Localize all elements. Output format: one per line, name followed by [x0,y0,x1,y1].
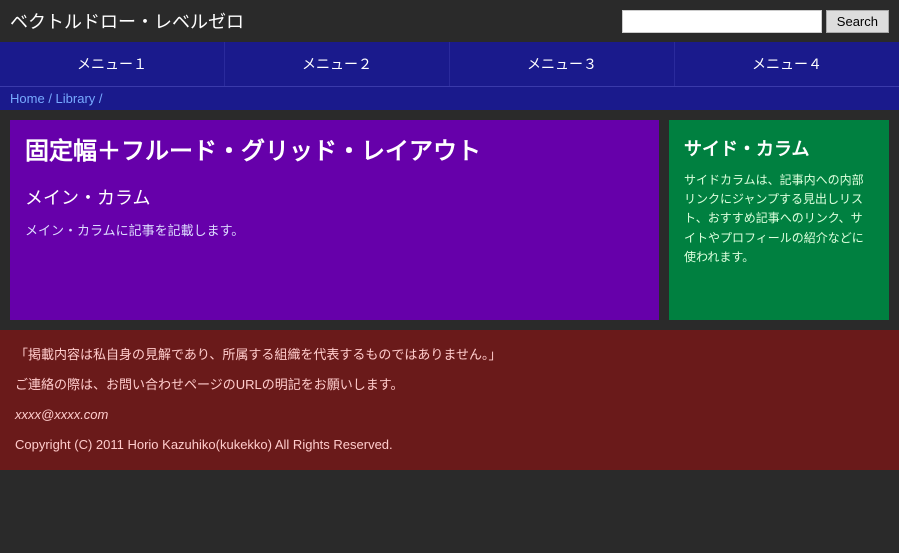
footer: 「掲載内容は私自身の見解であり、所属する組織を代表するものではありません。」 ご… [0,330,899,470]
article-title: 固定幅＋フルード・グリッド・レイアウト [25,135,644,169]
side-column: サイド・カラム サイドカラムは、記事内への内部リンクにジャンプする見出しリスト、… [669,120,889,320]
nav-item-1[interactable]: メニュー１ [0,42,225,86]
breadcrumb-home[interactable]: Home [10,91,45,106]
footer-email: xxxx@xxxx.com [15,402,884,428]
footer-disclaimer: 「掲載内容は私自身の見解であり、所属する組織を代表するものではありません。」 [15,342,884,368]
nav-item-3[interactable]: メニュー３ [450,42,675,86]
breadcrumb: Home / Library / [0,86,899,110]
content-area: 固定幅＋フルード・グリッド・レイアウト メイン・カラム メイン・カラムに記事を記… [0,110,899,330]
footer-copyright: Copyright (C) 2011 Horio Kazuhiko(kukekk… [15,432,884,458]
article-subtitle: メイン・カラム [25,184,644,210]
breadcrumb-sep2: / [99,91,103,106]
side-column-body: サイドカラムは、記事内への内部リンクにジャンプする見出しリスト、おすすめ記事への… [684,171,874,267]
footer-contact: ご連絡の際は、お問い合わせページのURLの明記をお願いします。 [15,372,884,398]
side-column-title: サイド・カラム [684,135,874,161]
search-button[interactable]: Search [826,10,889,33]
site-title: ベクトルドロー・レベルゼロ [10,8,244,34]
header: ベクトルドロー・レベルゼロ Search [0,0,899,42]
nav-item-2[interactable]: メニュー２ [225,42,450,86]
article-body: メイン・カラムに記事を記載します。 [25,220,644,239]
search-input[interactable] [622,10,822,33]
main-nav: メニュー１ メニュー２ メニュー３ メニュー４ [0,42,899,86]
breadcrumb-library[interactable]: Library [56,91,96,106]
main-column: 固定幅＋フルード・グリッド・レイアウト メイン・カラム メイン・カラムに記事を記… [10,120,659,320]
breadcrumb-sep1: / [48,91,55,106]
search-area: Search [622,10,889,33]
nav-item-4[interactable]: メニュー４ [675,42,899,86]
